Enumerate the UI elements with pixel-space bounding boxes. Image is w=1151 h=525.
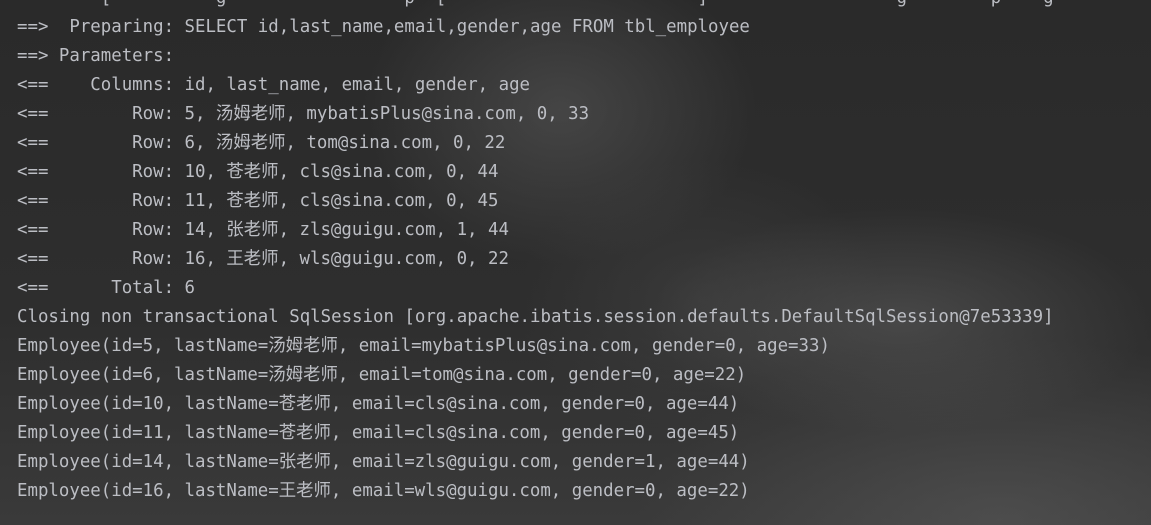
console-line-parameters: ==> Parameters: bbox=[17, 46, 185, 66]
console-line-employee: Employee(id=10, lastName=苍老师, email=cls@… bbox=[17, 394, 740, 414]
console-line-employee: Employee(id=16, lastName=王老师, email=wls@… bbox=[17, 481, 750, 501]
console-line-row: <== Row: 6, 汤姆老师, tom@sina.com, 0, 22 bbox=[17, 133, 506, 153]
console-line-employee: Employee(id=6, lastName=汤姆老师, email=tom@… bbox=[17, 365, 747, 385]
console-line-closing-session: Closing non transactional SqlSession [or… bbox=[17, 307, 1054, 327]
console-line-employee: Employee(id=5, lastName=汤姆老师, email=myba… bbox=[17, 336, 830, 356]
console-line-columns: <== Columns: id, last_name, email, gende… bbox=[17, 75, 531, 95]
console-line-partial-top: [ g p [ ] g p g bbox=[17, 0, 1147, 13]
console-line-row: <== Row: 14, 张老师, zls@guigu.com, 1, 44 bbox=[17, 220, 509, 240]
console-line-preparing: ==> Preparing: SELECT id,last_name,email… bbox=[17, 17, 750, 37]
console-line-employee: Employee(id=11, lastName=苍老师, email=cls@… bbox=[17, 423, 740, 443]
console-line-row: <== Row: 10, 苍老师, cls@sina.com, 0, 44 bbox=[17, 162, 499, 182]
console-line-row: <== Row: 11, 苍老师, cls@sina.com, 0, 45 bbox=[17, 191, 499, 211]
console-line-row: <== Row: 16, 王老师, wls@guigu.com, 0, 22 bbox=[17, 249, 509, 269]
console-line-employee: Employee(id=14, lastName=张老师, email=zls@… bbox=[17, 452, 750, 472]
console-line-row: <== Row: 5, 汤姆老师, mybatisPlus@sina.com, … bbox=[17, 104, 590, 124]
console-line-total: <== Total: 6 bbox=[17, 278, 195, 298]
console-output[interactable]: [ g p [ ] g p g ==> Preparing: SELECT id… bbox=[17, 0, 1147, 506]
